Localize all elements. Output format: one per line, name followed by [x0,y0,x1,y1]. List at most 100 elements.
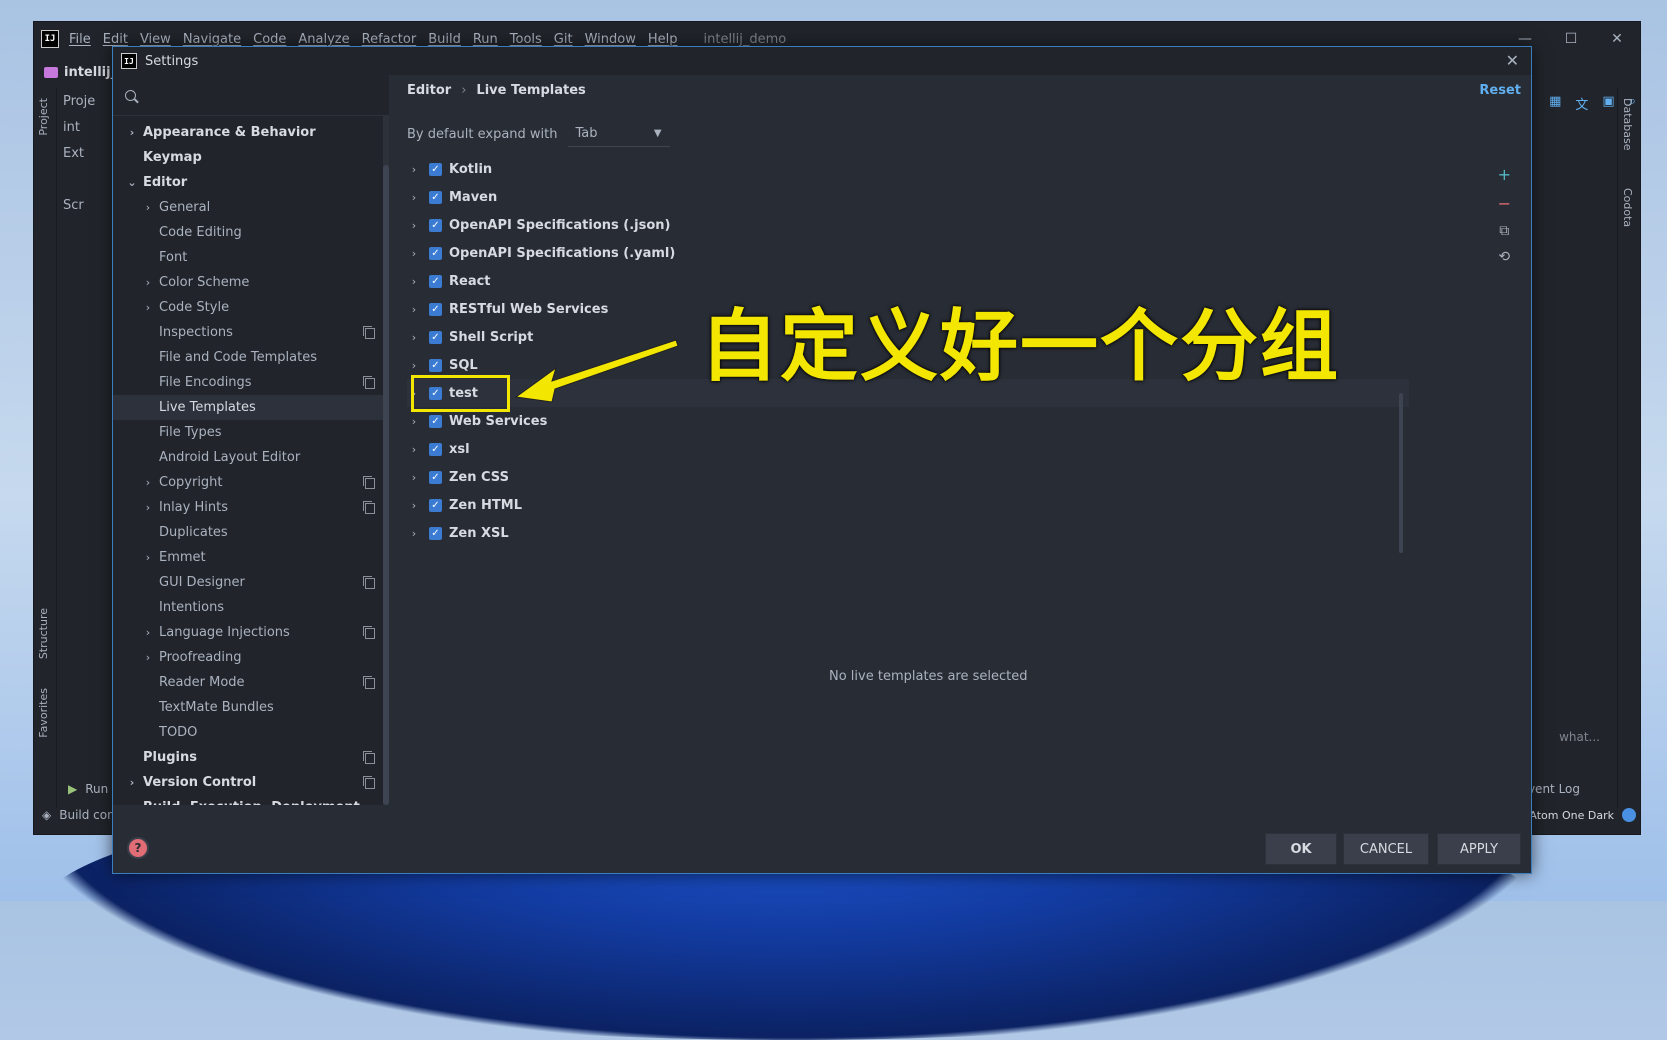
menu-window[interactable]: Window [585,32,636,47]
chevron-right-icon[interactable]: › [141,501,155,514]
chevron-right-icon[interactable]: › [407,499,421,512]
chevron-right-icon[interactable]: › [141,201,155,214]
template-group-checkbox[interactable]: ✓ [429,162,442,176]
template-list-scrollbar[interactable] [1399,393,1403,553]
chevron-right-icon[interactable]: › [407,415,421,428]
apply-button[interactable]: APPLY [1437,833,1521,865]
sidebar-item-proofreading[interactable]: › Proofreading [113,645,389,670]
sidebar-item-todo[interactable]: TODO [113,720,389,745]
chevron-right-icon[interactable]: › [141,476,155,489]
template-group-checkbox[interactable]: ✓ [429,358,442,372]
sidebar-item-language-injections[interactable]: › Language Injections [113,620,389,645]
restore-icon[interactable]: ⟲ [1498,249,1510,265]
chevron-right-icon[interactable]: › [141,626,155,639]
add-icon[interactable]: + [1498,165,1511,184]
menu-refactor[interactable]: Refactor [362,32,417,47]
chevron-right-icon[interactable]: › [407,163,421,176]
maximize-button[interactable]: ☐ [1548,22,1594,56]
menu-file[interactable]: File [69,32,91,47]
project-tree-item[interactable]: Ext [57,140,117,166]
breadcrumb-editor[interactable]: Editor [407,83,451,98]
menu-view[interactable]: View [140,32,171,47]
terminal-icon[interactable]: ▣ [1602,94,1614,113]
sidebar-item-color-scheme[interactable]: › Color Scheme [113,270,389,295]
sidebar-item-inlay-hints[interactable]: › Inlay Hints [113,495,389,520]
chevron-right-icon[interactable]: › [407,359,421,372]
tab-structure[interactable]: Structure [37,608,50,659]
sidebar-item-live-templates[interactable]: Live Templates [113,395,389,420]
translate-icon[interactable]: 文 [1575,94,1588,113]
menu-edit[interactable]: Edit [103,32,128,47]
menu-help[interactable]: Help [648,32,678,47]
sidebar-item-code-style[interactable]: › Code Style [113,295,389,320]
sidebar-item-duplicates[interactable]: Duplicates [113,520,389,545]
template-group-checkbox[interactable]: ✓ [429,190,442,204]
chevron-right-icon[interactable]: › [125,776,139,789]
copy-icon[interactable]: ⧉ [1499,223,1509,239]
chevron-right-icon[interactable]: › [407,527,421,540]
menu-code[interactable]: Code [253,32,286,47]
template-group-row[interactable]: › ✓ Zen XSL [407,519,1409,547]
template-group-checkbox[interactable]: ✓ [429,330,442,344]
sidebar-item-build-execution-deployment[interactable]: ›Build, Execution, Deployment [113,795,389,805]
template-group-row[interactable]: › ✓ Zen CSS [407,463,1409,491]
template-group-row[interactable]: › ✓ Zen HTML [407,491,1409,519]
template-group-checkbox[interactable]: ✓ [429,246,442,260]
sidebar-item-textmate-bundles[interactable]: TextMate Bundles [113,695,389,720]
template-group-checkbox[interactable]: ✓ [429,274,442,288]
sidebar-item-keymap[interactable]: Keymap [113,145,389,170]
run-tab[interactable]: ▶ Run [68,782,108,796]
chevron-right-icon[interactable]: › [407,331,421,344]
template-group-row[interactable]: › ✓ xsl [407,435,1409,463]
remove-icon[interactable]: − [1498,194,1511,213]
chevron-right-icon[interactable]: › [125,126,139,139]
template-group-checkbox[interactable]: ✓ [429,498,442,512]
sidebar-item-intentions[interactable]: Intentions [113,595,389,620]
menu-build[interactable]: Build [428,32,461,47]
sidebar-item-version-control[interactable]: › Version Control [113,770,389,795]
chevron-right-icon[interactable]: › [141,551,155,564]
template-group-row[interactable]: › ✓ OpenAPI Specifications (.json) [407,211,1409,239]
sidebar-item-plugins[interactable]: Plugins [113,745,389,770]
chevron-right-icon[interactable]: › [141,301,155,314]
menu-run[interactable]: Run [473,32,498,47]
sidebar-item-inspections[interactable]: Inspections [113,320,389,345]
template-group-row[interactable]: › ✓ Maven [407,183,1409,211]
grid-icon[interactable]: ▦ [1549,94,1561,113]
template-group-row[interactable]: › ✓ Kotlin [407,155,1409,183]
menu-analyze[interactable]: Analyze [298,32,349,47]
tab-codota[interactable]: Codota [1621,188,1634,227]
project-tree-item[interactable]: Scr [57,192,117,218]
ok-button[interactable]: OK [1265,833,1337,865]
sidebar-item-file-and-code-templates[interactable]: File and Code Templates [113,345,389,370]
chevron-right-icon[interactable]: › [141,651,155,664]
chevron-right-icon[interactable]: › [141,276,155,289]
template-group-checkbox[interactable]: ✓ [429,442,442,456]
project-breadcrumb[interactable]: intellij_ [44,65,117,80]
tab-project[interactable]: Project [37,98,50,136]
sidebar-item-editor[interactable]: ⌄ Editor [113,170,389,195]
menu-tools[interactable]: Tools [510,32,542,47]
help-icon[interactable]: ? [127,837,149,859]
sidebar-item-appearance-behavior[interactable]: › Appearance & Behavior [113,120,389,145]
sidebar-item-reader-mode[interactable]: Reader Mode [113,670,389,695]
cancel-button[interactable]: CANCEL [1343,833,1429,865]
settings-search-input[interactable] [113,75,389,116]
template-group-checkbox[interactable]: ✓ [429,470,442,484]
template-group-checkbox[interactable]: ✓ [429,302,442,316]
build-tab[interactable]: ◈ Build con [42,808,115,822]
template-group-checkbox[interactable]: ✓ [429,526,442,540]
chevron-right-icon[interactable]: › [407,247,421,260]
dialog-close-button[interactable]: ✕ [1506,51,1519,70]
chevron-down-icon[interactable]: ⌄ [125,176,139,189]
theme-label[interactable]: Atom One Dark [1529,809,1614,822]
chevron-right-icon[interactable]: › [407,443,421,456]
sidebar-item-file-types[interactable]: File Types [113,420,389,445]
menu-navigate[interactable]: Navigate [183,32,241,47]
close-window-button[interactable]: ✕ [1594,22,1640,56]
tab-database[interactable]: Database [1621,98,1634,151]
template-group-row[interactable]: › ✓ OpenAPI Specifications (.yaml) [407,239,1409,267]
chevron-right-icon[interactable]: › [407,303,421,316]
template-group-row[interactable]: › ✓ Web Services [407,407,1409,435]
project-tree-item[interactable] [57,166,117,192]
